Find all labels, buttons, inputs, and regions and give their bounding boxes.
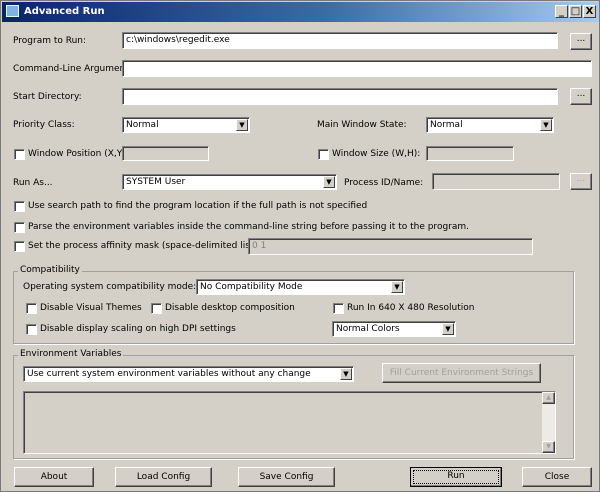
startdir-label: Start Directory:: [13, 92, 82, 102]
environment-legend: Environment Variables: [18, 349, 124, 359]
composition-checkbox[interactable]: [151, 303, 162, 314]
priority-label: Priority Class:: [13, 120, 75, 130]
dpi-checkbox[interactable]: [26, 324, 37, 335]
chevron-down-icon[interactable]: ▼: [540, 119, 552, 131]
os-compat-label: Operating system compatibility mode:: [23, 282, 197, 292]
chevron-down-icon[interactable]: ▼: [236, 119, 248, 131]
winstate-select[interactable]: Normal ▼: [426, 117, 554, 133]
affinity-label: Set the process affinity mask (space-del…: [28, 241, 260, 251]
os-compat-select[interactable]: No Compatibility Mode ▼: [196, 279, 405, 295]
searchpath-label: Use search path to find the program loca…: [28, 201, 368, 211]
runas-value: SYSTEM User: [126, 177, 186, 187]
scroll-up-icon[interactable]: ▲: [542, 392, 555, 404]
themes-label: Disable Visual Themes: [40, 303, 142, 313]
res640-checkbox[interactable]: [333, 303, 344, 314]
env-textarea[interactable]: [23, 391, 556, 454]
maximize-button[interactable]: □: [569, 5, 582, 18]
browse-startdir-button[interactable]: ...: [570, 88, 592, 105]
minimize-button[interactable]: _: [555, 5, 568, 18]
priority-value: Normal: [126, 120, 159, 130]
res640-label: Run In 640 X 480 Resolution: [347, 303, 475, 313]
winsize-input[interactable]: [426, 146, 514, 161]
title-bar[interactable]: Advanced Run _ □ X: [2, 2, 599, 22]
about-button[interactable]: About: [14, 467, 94, 487]
args-label: Command-Line Arguments:: [13, 64, 137, 74]
winpos-checkbox[interactable]: [14, 149, 25, 160]
compatibility-legend: Compatibility: [18, 265, 82, 275]
colors-value: Normal Colors: [336, 324, 400, 334]
fill-env-button[interactable]: Fill Current Environment Strings: [382, 363, 541, 383]
priority-select[interactable]: Normal ▼: [122, 117, 250, 133]
chevron-down-icon[interactable]: ▼: [442, 323, 454, 335]
os-compat-value: No Compatibility Mode: [200, 282, 303, 292]
composition-label: Disable desktop composition: [165, 303, 295, 313]
chevron-down-icon[interactable]: ▼: [323, 176, 335, 188]
affinity-input[interactable]: 0 1: [248, 238, 533, 255]
winsize-checkbox[interactable]: [318, 149, 329, 160]
runas-select[interactable]: SYSTEM User ▼: [122, 174, 337, 190]
winpos-label: Window Position (X,Y):: [28, 149, 129, 159]
winsize-label: Window Size (W,H):: [332, 149, 421, 159]
close-button[interactable]: Close: [522, 467, 592, 487]
startdir-input[interactable]: [122, 88, 558, 105]
pid-label: Process ID/Name:: [344, 178, 424, 188]
run-button[interactable]: Run: [410, 467, 502, 487]
browse-program-button[interactable]: ...: [570, 33, 592, 50]
env-mode-value: Use current system environment variables…: [27, 369, 311, 379]
winpos-input[interactable]: [122, 146, 209, 161]
scroll-down-icon[interactable]: ▼: [542, 441, 555, 453]
load-config-button[interactable]: Load Config: [115, 467, 212, 487]
advanced-run-window: Advanced Run _ □ X Program to Run: c:\wi…: [0, 0, 600, 492]
pid-input[interactable]: [432, 173, 560, 190]
winstate-label: Main Window State:: [317, 120, 407, 130]
parseenv-label: Parse the environment variables inside t…: [28, 222, 469, 232]
program-label: Program to Run:: [13, 36, 87, 46]
close-window-button[interactable]: X: [583, 5, 596, 18]
chevron-down-icon[interactable]: ▼: [340, 368, 352, 380]
args-input[interactable]: [122, 60, 592, 77]
parseenv-checkbox[interactable]: [14, 222, 25, 233]
app-icon: [6, 5, 19, 17]
browse-pid-button[interactable]: ...: [570, 173, 592, 190]
program-input[interactable]: c:\windows\regedit.exe: [122, 32, 558, 49]
colors-select[interactable]: Normal Colors ▼: [332, 321, 456, 337]
window-title: Advanced Run: [24, 6, 105, 17]
chevron-down-icon[interactable]: ▼: [391, 281, 403, 293]
save-config-button[interactable]: Save Config: [238, 467, 335, 487]
searchpath-checkbox[interactable]: [14, 201, 25, 212]
env-scrollbar[interactable]: ▲ ▼: [542, 392, 555, 453]
themes-checkbox[interactable]: [26, 303, 37, 314]
env-mode-select[interactable]: Use current system environment variables…: [23, 366, 354, 382]
winstate-value: Normal: [430, 120, 463, 130]
runas-label: Run As...: [13, 178, 53, 188]
affinity-checkbox[interactable]: [14, 241, 25, 252]
dpi-label: Disable display scaling on high DPI sett…: [40, 324, 236, 334]
